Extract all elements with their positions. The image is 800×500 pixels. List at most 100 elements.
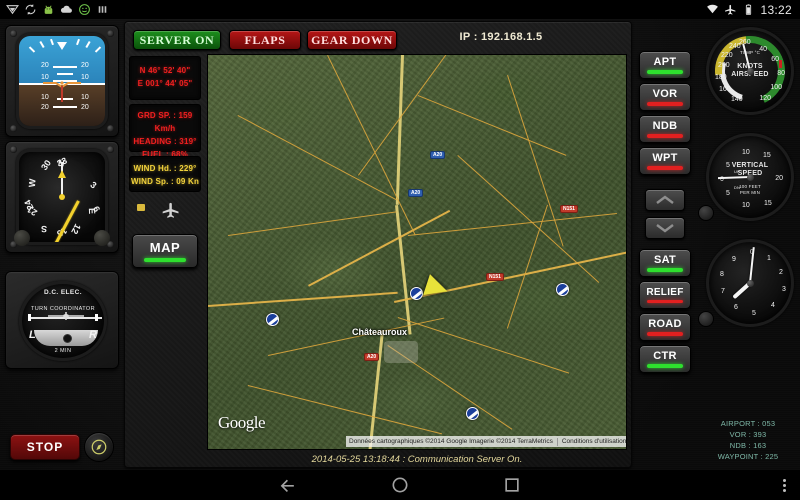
- road-button[interactable]: ROAD: [639, 313, 691, 341]
- flaps-button[interactable]: FLAPS: [229, 30, 301, 50]
- attitude-indicator: 20 20 10 10 10 10 20 20: [16, 33, 108, 129]
- android-icon: [44, 5, 53, 14]
- map-button[interactable]: MAP: [132, 234, 198, 268]
- compass-icon: [91, 439, 107, 455]
- alt-num-8: 8: [720, 271, 724, 278]
- asi-num-200: 200: [718, 62, 730, 69]
- compass-label-e: E: [86, 207, 98, 215]
- app-root: 13:22 20 20 10 10 10 10 20 20 3 6 E 12 S…: [0, 0, 800, 500]
- vor-button[interactable]: VOR: [639, 83, 691, 111]
- screw: [107, 146, 114, 153]
- status-message: 2014-05-25 13:18:44 : Communication Serv…: [311, 454, 523, 465]
- recents-icon[interactable]: [502, 475, 522, 495]
- pitch-label: 20: [81, 104, 89, 111]
- map-view[interactable]: A20 A20 N151 N151 A20 Châteauroux Google Don…: [207, 54, 627, 450]
- pitch-bar: [57, 98, 73, 100]
- poi-marker[interactable]: [556, 283, 569, 296]
- right-instrument-panel: KNOTS AIRSPEED TEMP °C 40 60 80 100 120 …: [698, 21, 798, 468]
- poi-marker[interactable]: [410, 287, 423, 300]
- alt-num-5: 5: [752, 310, 756, 317]
- altimeter-adjust-knob[interactable]: [698, 311, 714, 327]
- ndb-label: NDB: [652, 120, 678, 133]
- longitude-value: E 001° 44' 05": [137, 79, 193, 88]
- compass-button[interactable]: [84, 432, 114, 462]
- vsi-num-5dn: 5: [726, 190, 730, 197]
- sat-button[interactable]: SAT: [639, 249, 691, 277]
- map-button-label: MAP: [149, 240, 181, 255]
- ctr-button[interactable]: CTR: [639, 345, 691, 373]
- road-shield: A20: [408, 189, 424, 197]
- back-icon[interactable]: [278, 475, 298, 495]
- bars-icon: [98, 6, 107, 13]
- relief-led: [647, 299, 683, 304]
- status-bar-system-icons: 13:22: [706, 3, 800, 17]
- apt-button[interactable]: APT: [639, 51, 691, 79]
- screw: [10, 30, 17, 37]
- position-readout-panel: N 46° 52' 40" E 001° 44' 05": [129, 56, 201, 100]
- alt-num-9: 9: [732, 256, 736, 263]
- battery-icon: [746, 4, 752, 15]
- gear-button[interactable]: GEAR DOWN: [307, 30, 397, 50]
- pitch-label: 20: [81, 62, 89, 69]
- alt-num-3: 3: [782, 286, 786, 293]
- vsi-adjust-knob[interactable]: [698, 205, 714, 221]
- road-led: [647, 332, 683, 336]
- relief-button[interactable]: RELIEF: [639, 281, 691, 309]
- needle-hub: [746, 173, 754, 181]
- airspeed-indicator: KNOTS AIRSPEED TEMP °C 40 60 80 100 120 …: [706, 27, 794, 115]
- smiley-icon: [79, 4, 90, 15]
- airplane-icon: [162, 202, 179, 218]
- screw: [107, 30, 114, 37]
- heading-adjust-knob-left[interactable]: [14, 230, 30, 246]
- pitch-index: [61, 86, 63, 103]
- scroll-down-button[interactable]: [645, 217, 685, 239]
- heading-indicator-housing: N 3 6 E 12 15 S 21 24 W 30 33: [5, 141, 119, 253]
- map-layer-controls: APT VOR NDB WPT SAT RELIEF ROAD CTR: [634, 21, 696, 468]
- chevron-down-icon: [656, 224, 674, 233]
- alt-num-1: 1: [767, 255, 771, 262]
- asi-num-60: 60: [771, 56, 779, 63]
- android-navigation-bar: [0, 470, 800, 500]
- status-bar-notification-icons: [0, 3, 109, 16]
- vertical-speed-indicator: VERTICAL SPEED 100 FEET PER MIN 0 5 10 1…: [706, 133, 794, 221]
- poi-marker[interactable]: [466, 407, 479, 420]
- road-shield: A20: [430, 151, 446, 159]
- lubber-line: [61, 162, 63, 196]
- vsi-title-1: VERTICAL: [731, 162, 769, 169]
- bank-pointer: [57, 42, 67, 50]
- wpt-button[interactable]: WPT: [639, 147, 691, 175]
- needle-hub: [59, 194, 65, 200]
- alt-num-4: 4: [771, 302, 775, 309]
- wifi-icon: [707, 4, 719, 14]
- asi-num-140: 140: [731, 96, 743, 103]
- asi-num-220: 220: [721, 52, 733, 59]
- vsi-dn-label: DN: [733, 185, 741, 190]
- ndb-button[interactable]: NDB: [639, 115, 691, 143]
- chevron-up-icon: [656, 195, 674, 204]
- turn-right-label: R: [89, 329, 97, 341]
- poi-marker[interactable]: [266, 313, 279, 326]
- urban-area: [384, 341, 418, 363]
- pitch-label: 10: [81, 94, 89, 101]
- alt-num-7: 7: [721, 288, 725, 295]
- waypoint-count: WAYPOINT : 225: [717, 452, 779, 461]
- overflow-menu-icon[interactable]: [783, 478, 786, 492]
- status-bar-clock: 13:22: [760, 2, 792, 17]
- vsi-num-10up: 10: [742, 149, 750, 156]
- center-panel: SERVER ON FLAPS GEAR DOWN IP : 192.168.1…: [124, 21, 632, 468]
- pitch-bar: [53, 66, 77, 68]
- road-shield: N151: [560, 205, 578, 213]
- heading-adjust-knob-right[interactable]: [94, 230, 110, 246]
- ground-speed-value: GRD SP. : 159 Km/h: [137, 111, 193, 133]
- home-icon[interactable]: [390, 475, 410, 495]
- road-label: ROAD: [648, 318, 682, 331]
- airport-count: AIRPORT : 053: [720, 419, 776, 428]
- asi-num-100: 100: [770, 84, 782, 91]
- stop-button[interactable]: STOP: [10, 434, 80, 460]
- attitude-indicator-housing: 20 20 10 10 10 10 20 20: [5, 25, 119, 137]
- scroll-up-button[interactable]: [645, 189, 685, 211]
- pitch-bar: [53, 106, 77, 108]
- sync-icon: [25, 4, 36, 15]
- terms-link[interactable]: Conditions d'utilisation: [562, 438, 626, 445]
- server-status-button[interactable]: SERVER ON: [133, 30, 221, 50]
